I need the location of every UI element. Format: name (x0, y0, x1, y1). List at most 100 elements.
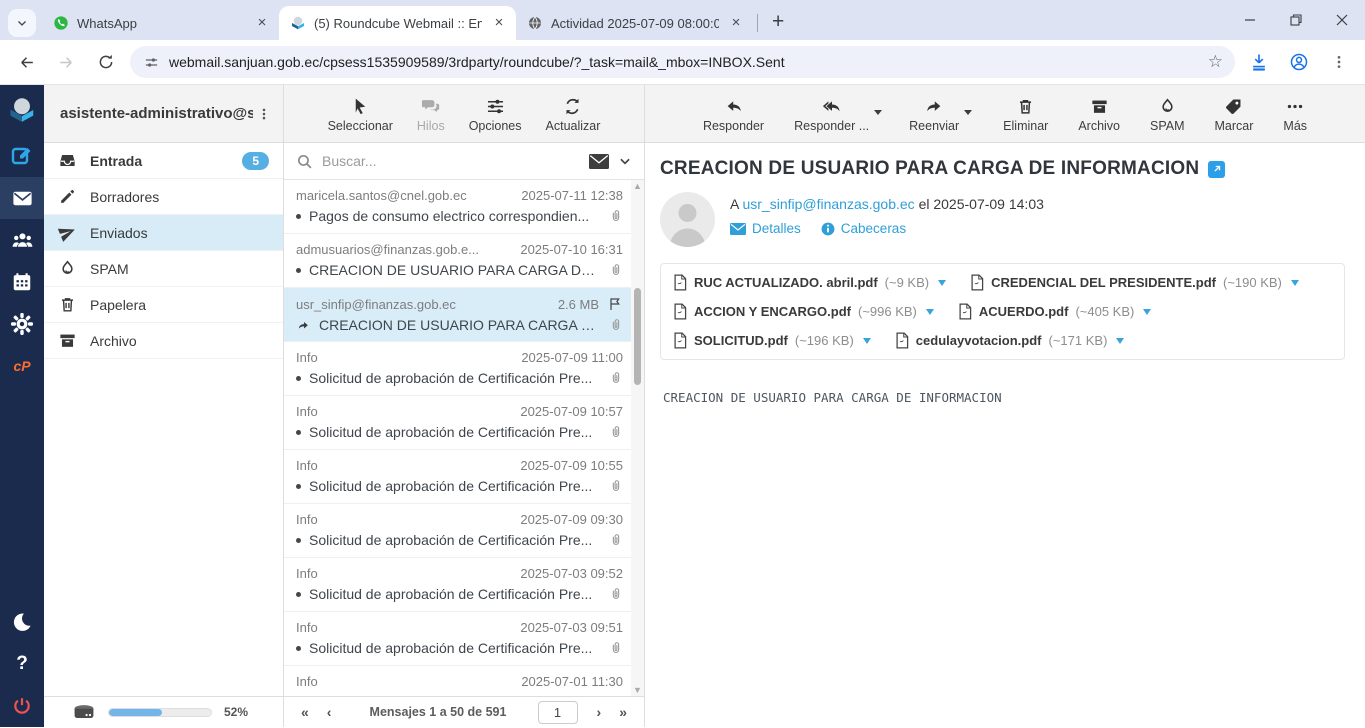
message-row[interactable]: admusuarios@finanzas.gob.e... 2025-07-10… (284, 234, 631, 288)
search-scope-icon[interactable] (589, 154, 609, 169)
folder-borradores[interactable]: Borradores (44, 179, 283, 215)
profile-button[interactable] (1283, 46, 1315, 78)
forward-button[interactable]: Reenviar (907, 95, 961, 133)
dark-mode-button[interactable] (0, 601, 44, 643)
folder-enviados[interactable]: Enviados (44, 215, 283, 251)
options-button[interactable]: Opciones (467, 95, 524, 133)
scroll-up-arrow[interactable]: ▲ (631, 180, 644, 192)
attachment-chip[interactable]: CREDENCIAL DEL PRESIDENTE.pdf (~190 KB) (970, 274, 1299, 291)
attachment-chip[interactable]: ACCION Y ENCARGO.pdf (~996 KB) (673, 303, 934, 320)
kebab-menu-icon[interactable] (253, 106, 275, 122)
rail-cpanel-button[interactable]: cP (0, 345, 44, 387)
logout-button[interactable] (0, 685, 44, 727)
close-window-button[interactable] (1319, 0, 1365, 40)
account-header[interactable]: asistente-administrativo@sa... (44, 105, 283, 122)
headers-link[interactable]: Cabeceras (821, 221, 906, 236)
attachment-dropdown-caret[interactable] (1291, 280, 1299, 286)
refresh-button[interactable]: Actualizar (544, 95, 603, 133)
attachment-dropdown-caret[interactable] (1143, 309, 1151, 315)
site-settings-icon[interactable] (144, 55, 159, 70)
back-button[interactable] (10, 46, 42, 78)
attachment-chip[interactable]: SOLICITUD.pdf (~196 KB) (673, 332, 871, 349)
message-row[interactable]: Info 2025-07-03 09:51 Solicitud de aprob… (284, 612, 631, 666)
reply-all-dropdown-caret[interactable] (874, 110, 882, 115)
bookmark-star-icon[interactable]: ☆ (1202, 52, 1229, 72)
scrollbar-thumb[interactable] (634, 288, 641, 385)
close-icon[interactable]: × (253, 14, 271, 32)
recipient-address-link[interactable]: usr_sinfip@finanzas.gob.ec (742, 196, 914, 212)
new-tab-button[interactable]: + (762, 10, 794, 34)
more-button[interactable]: Más (1281, 95, 1309, 133)
downloads-button[interactable] (1243, 46, 1275, 78)
mark-button[interactable]: Marcar (1213, 95, 1256, 133)
rail-settings-button[interactable] (0, 303, 44, 345)
reply-button[interactable]: Responder (701, 95, 766, 133)
pdf-file-icon (673, 332, 687, 349)
close-icon[interactable]: × (490, 14, 508, 32)
url-text[interactable]: webmail.sanjuan.gob.ec/cpsess1535909589/… (169, 54, 1192, 70)
message-date: 2025-07-09 11:00 (521, 350, 623, 365)
message-row[interactable]: maricela.santos@cnel.gob.ec 2025-07-11 1… (284, 180, 631, 234)
attachment-dropdown-caret[interactable] (926, 309, 934, 315)
tab-whatsapp[interactable]: WhatsApp × (42, 6, 279, 40)
restore-button[interactable] (1273, 0, 1319, 40)
rail-contacts-button[interactable] (0, 219, 44, 261)
list-scrollbar[interactable]: ▲ ▼ (631, 180, 644, 696)
folder-spam[interactable]: SPAM (44, 251, 283, 287)
first-page-button[interactable]: « (294, 704, 316, 720)
threads-button[interactable]: Hilos (415, 95, 447, 133)
scroll-down-arrow[interactable]: ▼ (631, 684, 644, 696)
close-icon[interactable]: × (727, 14, 745, 32)
forward-button[interactable] (50, 46, 82, 78)
message-row[interactable]: Info 2025-07-09 10:57 Solicitud de aprob… (284, 396, 631, 450)
attachment-chip[interactable]: cedulayvotacion.pdf (~171 KB) (895, 332, 1125, 349)
browser-navbar: webmail.sanjuan.gob.ec/cpsess1535909589/… (0, 40, 1365, 85)
attachment-chip[interactable]: ACUERDO.pdf (~405 KB) (958, 303, 1151, 320)
rail-mail-button[interactable] (0, 177, 44, 219)
folder-papelera[interactable]: Papelera (44, 287, 283, 323)
message-row[interactable]: usr_sinfip@finanzas.gob.ec 2.6 MB CREACI… (284, 288, 631, 342)
message-row[interactable]: Info 2025-07-09 09:30 Solicitud de aprob… (284, 504, 631, 558)
tab-roundcube-active[interactable]: (5) Roundcube Webmail :: Envia × (279, 6, 516, 40)
search-input[interactable]: Buscar... (322, 153, 580, 169)
delete-button[interactable]: Eliminar (1001, 95, 1050, 133)
flag-icon[interactable] (607, 296, 623, 312)
message-date: 2025-07-09 10:57 (520, 404, 623, 419)
folder-archivo[interactable]: Archivo (44, 323, 283, 359)
prev-page-button[interactable]: ‹ (320, 704, 339, 720)
tab-search-button[interactable] (8, 9, 36, 37)
folder-entrada[interactable]: Entrada 5 (44, 143, 283, 179)
last-page-button[interactable]: » (612, 704, 634, 720)
attachment-dropdown-caret[interactable] (1116, 338, 1124, 344)
details-link[interactable]: Detalles (730, 221, 801, 236)
attachment-size: (~171 KB) (1049, 333, 1108, 348)
attachment-dropdown-caret[interactable] (863, 338, 871, 344)
forward-dropdown-caret[interactable] (964, 110, 972, 115)
unread-dot-icon (296, 214, 301, 219)
message-row[interactable]: Info 2025-07-03 09:52 Solicitud de aprob… (284, 558, 631, 612)
chevron-down-icon (16, 17, 28, 29)
tab-actividad[interactable]: Actividad 2025-07-09 08:00:00 × (516, 6, 753, 40)
help-button[interactable]: ? (0, 643, 44, 685)
search-bar[interactable]: Buscar... (284, 143, 644, 180)
open-in-new-window-icon[interactable] (1208, 161, 1225, 178)
message-row[interactable]: Info 2025-07-09 11:00 Solicitud de aprob… (284, 342, 631, 396)
rail-calendar-button[interactable] (0, 261, 44, 303)
next-page-button[interactable]: › (590, 704, 609, 720)
attachment-dropdown-caret[interactable] (938, 280, 946, 286)
attachment-chip[interactable]: RUC ACTUALIZADO. abril.pdf (~9 KB) (673, 274, 946, 291)
chevron-down-icon[interactable] (618, 154, 632, 168)
spam-button[interactable]: SPAM (1148, 95, 1187, 133)
message-row[interactable]: Info 2025-07-09 10:55 Solicitud de aprob… (284, 450, 631, 504)
minimize-button[interactable] (1227, 0, 1273, 40)
attachment-paperclip-icon (609, 478, 623, 494)
reload-button[interactable] (90, 46, 122, 78)
compose-button[interactable] (0, 135, 44, 177)
archive-button[interactable]: Archivo (1076, 95, 1122, 133)
page-number-input[interactable]: 1 (538, 701, 578, 724)
omnibox[interactable]: webmail.sanjuan.gob.ec/cpsess1535909589/… (130, 46, 1235, 78)
browser-menu-button[interactable] (1323, 46, 1355, 78)
reply-all-button[interactable]: Responder ... (792, 95, 871, 133)
message-row[interactable]: Info 2025-07-01 11:30 (284, 666, 631, 696)
select-button[interactable]: Seleccionar (326, 95, 395, 133)
